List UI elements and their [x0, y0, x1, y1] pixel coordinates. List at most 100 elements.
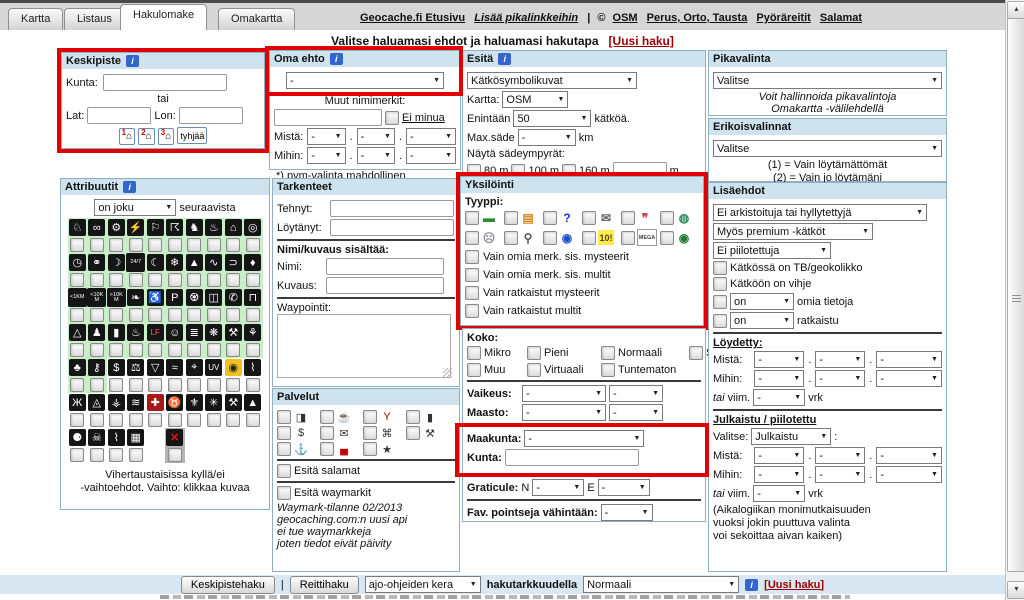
hidden-filter-select[interactable]: Ei piilotettuja — [713, 242, 831, 259]
info-icon[interactable]: i — [498, 53, 511, 65]
home2-button[interactable]: 2⌂ — [138, 128, 155, 145]
vertical-scrollbar[interactable]: ▲ ▼ — [1005, 0, 1024, 600]
pyorareitit-link[interactable]: Pyöräreitit — [756, 12, 810, 24]
etusivu-link[interactable]: Geocache.fi Etusivu — [360, 12, 465, 24]
option-checkbox[interactable] — [465, 268, 479, 282]
attribute-checkbox[interactable] — [109, 238, 123, 252]
attribute-icon[interactable]: ⚖ — [127, 359, 144, 376]
fav-select[interactable]: - — [601, 504, 653, 521]
accuracy-select[interactable]: Normaali — [583, 576, 739, 593]
cache-type-checkbox[interactable] — [621, 211, 635, 225]
keskipistehaku-button[interactable]: Keskipistehaku — [181, 576, 275, 594]
attribute-icon[interactable]: ⚈ — [69, 429, 86, 446]
attribute-icon[interactable]: ▽ — [147, 359, 164, 376]
vaikeus-max-select[interactable]: - — [609, 385, 663, 402]
attribute-icon[interactable]: ☠ — [88, 429, 105, 446]
attribute-checkbox[interactable] — [129, 273, 143, 287]
attribute-checkbox[interactable] — [70, 448, 84, 462]
service-checkbox[interactable] — [363, 442, 377, 456]
attribute-icon[interactable]: ◫ — [205, 289, 222, 306]
scroll-up-icon[interactable]: ▲ — [1007, 1, 1024, 19]
attribute-icon[interactable]: ♨ — [205, 219, 222, 236]
attribute-icon[interactable]: ⚜ — [186, 394, 203, 411]
attribute-checkbox[interactable] — [129, 308, 143, 322]
attribute-checkbox[interactable] — [168, 378, 182, 392]
info-icon[interactable]: i — [123, 181, 136, 193]
attribute-checkbox[interactable] — [90, 343, 104, 357]
attribute-checkbox[interactable] — [207, 273, 221, 287]
attribute-checkbox[interactable] — [207, 308, 221, 322]
date-select[interactable]: - — [876, 351, 942, 368]
attribute-checkbox[interactable] — [246, 238, 260, 252]
clear-coords-button[interactable]: tyhjää — [177, 127, 207, 144]
loydetty-viim-select[interactable]: - — [753, 389, 805, 406]
attribute-icon[interactable]: >10KM — [107, 288, 126, 307]
tb-checkbox[interactable] — [713, 261, 727, 275]
esita-waymarkit-checkbox[interactable] — [277, 486, 291, 500]
new-search-link[interactable]: [Uusi haku] — [609, 34, 674, 48]
attribute-checkbox[interactable] — [168, 273, 182, 287]
attribute-icon[interactable]: ⚭ — [88, 254, 105, 271]
attribute-icon[interactable]: <1KM — [68, 288, 87, 307]
kunta-input[interactable] — [103, 74, 227, 91]
attribute-icon[interactable]: ♼ — [186, 289, 203, 306]
attribute-checkbox[interactable] — [148, 273, 162, 287]
tab-omakartta[interactable]: Omakartta — [218, 8, 295, 30]
attribute-icon[interactable]: ⚒ — [225, 394, 242, 411]
attribute-icon[interactable]: ✚ — [147, 394, 164, 411]
attribute-checkbox[interactable] — [226, 413, 240, 427]
attribute-checkbox[interactable] — [109, 378, 123, 392]
attribute-icon[interactable]: ≈ — [166, 359, 183, 376]
attribute-checkbox[interactable] — [70, 378, 84, 392]
attribute-checkbox[interactable] — [226, 378, 240, 392]
date-select[interactable]: - — [307, 128, 345, 145]
attribute-icon[interactable]: ♟ — [88, 324, 105, 341]
date-select[interactable]: - — [357, 128, 395, 145]
service-checkbox[interactable] — [277, 442, 291, 456]
attribute-icon[interactable]: ✕ — [166, 429, 183, 446]
scroll-down-icon[interactable]: ▼ — [1007, 581, 1024, 599]
attribute-checkbox[interactable] — [90, 273, 104, 287]
attribute-icon[interactable]: ⚶ — [108, 394, 125, 411]
attribute-checkbox[interactable] — [148, 308, 162, 322]
size-checkbox[interactable] — [467, 346, 481, 360]
graticule-e-select[interactable]: - — [598, 479, 650, 496]
attribute-checkbox[interactable] — [246, 308, 260, 322]
omia-checkbox[interactable] — [713, 295, 727, 309]
attribute-checkbox[interactable] — [109, 308, 123, 322]
attribute-icon[interactable]: ♉ — [166, 394, 183, 411]
attribute-checkbox[interactable] — [109, 273, 123, 287]
attribute-icon[interactable]: P — [166, 289, 183, 306]
attribute-checkbox[interactable] — [246, 273, 260, 287]
attribute-icon[interactable]: ♿ — [147, 289, 164, 306]
attribute-checkbox[interactable] — [226, 343, 240, 357]
kartta-select[interactable]: OSM — [502, 91, 568, 108]
attribute-checkbox[interactable] — [148, 378, 162, 392]
attribute-checkbox[interactable] — [168, 238, 182, 252]
attribute-checkbox[interactable] — [246, 378, 260, 392]
scrollbar-thumb[interactable] — [1007, 18, 1024, 572]
attribute-icon[interactable]: ♣ — [69, 359, 86, 376]
attribute-icon[interactable]: ∞ — [88, 219, 105, 236]
cache-type-checkbox[interactable] — [465, 231, 479, 245]
date-select[interactable]: - — [406, 128, 456, 145]
attribute-icon[interactable]: ◬ — [88, 394, 105, 411]
attribute-icon[interactable]: ⌇ — [244, 359, 261, 376]
reittihaku-button[interactable]: Reittihaku — [290, 576, 359, 594]
date-select[interactable]: - — [815, 370, 865, 387]
maakunta-select[interactable]: - — [524, 430, 644, 447]
waypointit-textarea[interactable] — [277, 314, 451, 378]
service-checkbox[interactable] — [406, 410, 420, 424]
attribute-icon[interactable]: ≣ — [186, 324, 203, 341]
attribute-checkbox[interactable] — [90, 308, 104, 322]
cache-type-checkbox[interactable] — [465, 211, 479, 225]
julkaistu-viim-select[interactable]: - — [753, 485, 805, 502]
oma-ehto-select[interactable]: - — [286, 72, 444, 89]
graticule-n-select[interactable]: - — [532, 479, 584, 496]
tab-hakulomake[interactable]: Hakulomake — [120, 4, 207, 30]
attribute-icon[interactable]: ∿ — [205, 254, 222, 271]
attribute-checkbox[interactable] — [187, 343, 201, 357]
attribute-icon[interactable]: ⚒ — [225, 324, 242, 341]
premium-filter-select[interactable]: Myös premium -kätköt — [713, 223, 873, 240]
size-checkbox[interactable] — [601, 363, 615, 377]
